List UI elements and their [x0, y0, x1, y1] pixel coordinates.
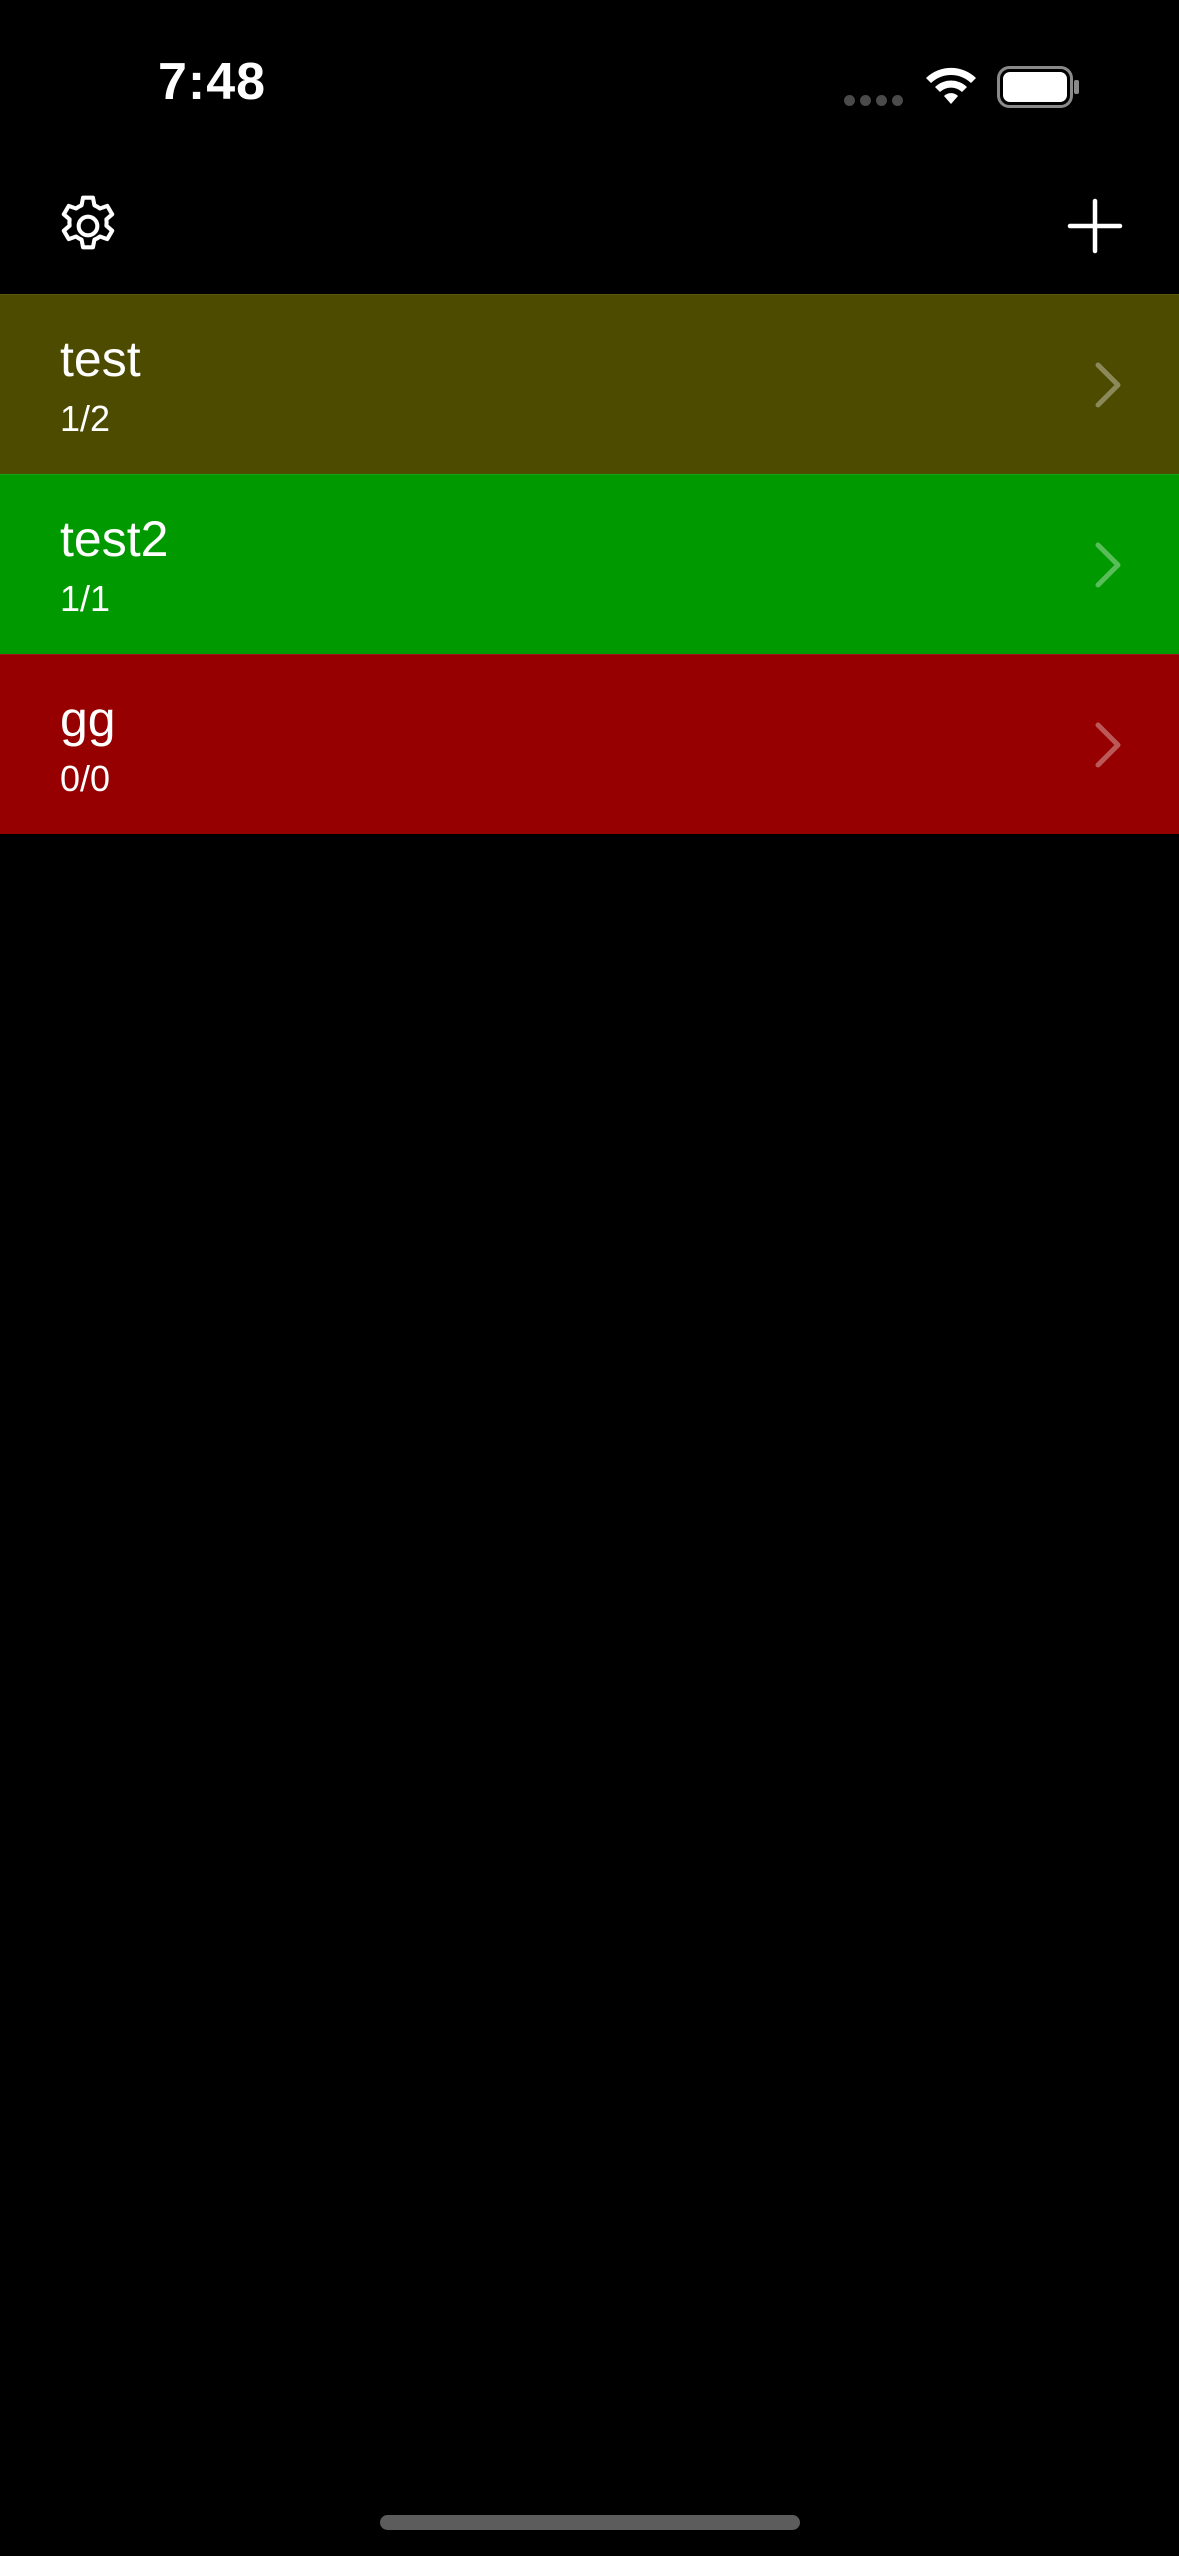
- chevron-right-icon: [1095, 362, 1121, 408]
- status-bar: 7:48: [0, 0, 1179, 150]
- list-item-title: gg: [60, 691, 116, 747]
- battery-icon: [997, 66, 1079, 108]
- list-item-progress: 1/2: [60, 398, 111, 439]
- add-button[interactable]: [1050, 181, 1140, 271]
- plus-icon: [1067, 198, 1123, 254]
- list-item-progress: 0/0: [60, 758, 111, 799]
- list-item-gg[interactable]: gg 0/0: [0, 654, 1179, 834]
- navigation-bar: [0, 150, 1179, 294]
- cellular-signal-icon: [844, 95, 904, 107]
- wifi-icon: [926, 67, 976, 104]
- item-list: test 1/2 test2 1/1 gg 0/0: [0, 294, 1179, 834]
- list-item-title: test: [60, 331, 141, 387]
- chevron-right-icon: [1095, 542, 1121, 588]
- list-item-test[interactable]: test 1/2: [0, 294, 1179, 474]
- list-item-title: test2: [60, 511, 169, 567]
- list-item-progress: 1/1: [60, 578, 111, 619]
- gear-icon: [61, 195, 115, 250]
- home-indicator[interactable]: [380, 2515, 800, 2530]
- settings-button[interactable]: [43, 181, 133, 271]
- status-time: 7:48: [158, 53, 267, 111]
- list-item-test2[interactable]: test2 1/1: [0, 474, 1179, 654]
- chevron-right-icon: [1095, 722, 1121, 768]
